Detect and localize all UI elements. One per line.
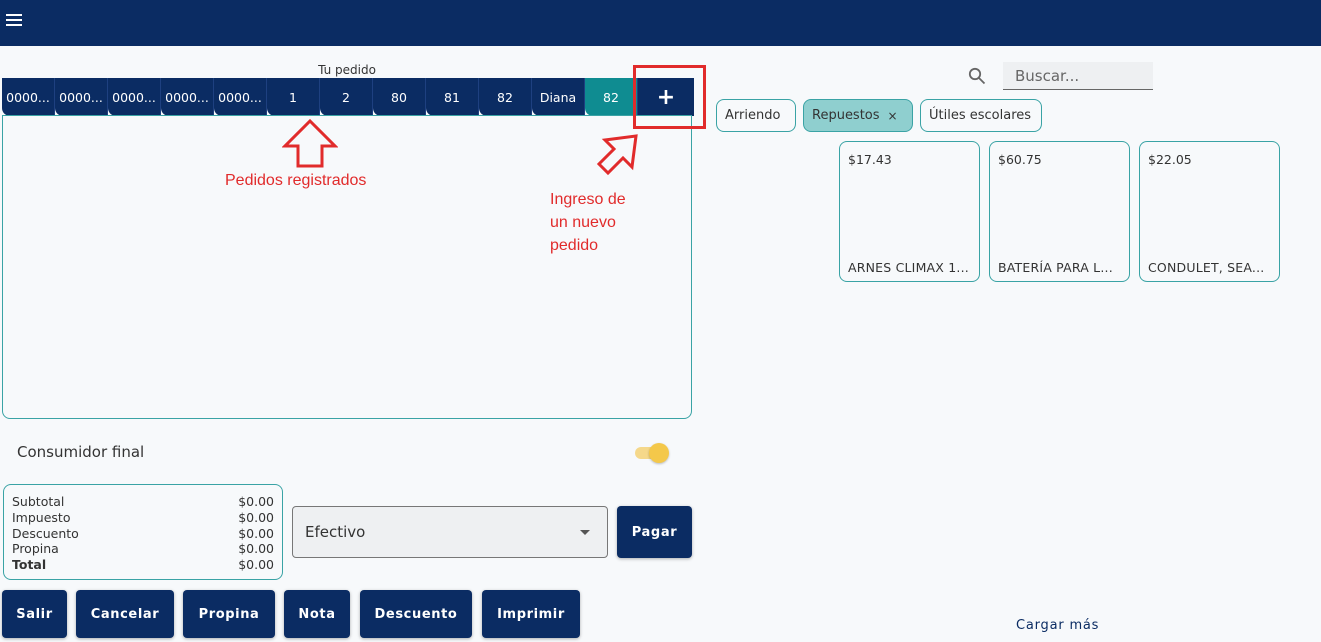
product-card[interactable]: $22.05 CONDULET, SEA... bbox=[1139, 141, 1280, 282]
tip-row: Propina $0.00 bbox=[12, 541, 274, 557]
order-tab[interactable]: 1 bbox=[267, 78, 320, 116]
order-tab[interactable]: 80 bbox=[373, 78, 426, 116]
order-title: Tu pedido bbox=[318, 63, 376, 77]
annotation-new-order: Ingreso de un nuevo pedido bbox=[550, 188, 626, 257]
toggle-thumb bbox=[649, 443, 669, 463]
arrow-diagonal-icon bbox=[596, 134, 638, 176]
tax-label: Impuesto bbox=[12, 509, 71, 525]
subtotal-row: Subtotal $0.00 bbox=[12, 494, 274, 510]
annotation-registered-orders: Pedidos registrados bbox=[225, 172, 367, 189]
app-header bbox=[0, 0, 1321, 46]
discount-value: $0.00 bbox=[238, 525, 274, 541]
chip-label: Útiles escolares bbox=[929, 108, 1032, 123]
order-tab[interactable]: 0000... bbox=[214, 78, 267, 116]
note-button[interactable]: Nota bbox=[284, 590, 350, 638]
tax-value: $0.00 bbox=[238, 509, 274, 525]
close-icon[interactable]: × bbox=[888, 109, 898, 123]
category-chip-arriendo[interactable]: Arriendo bbox=[716, 99, 796, 132]
order-tab[interactable]: 82 bbox=[479, 78, 532, 116]
tip-value: $0.00 bbox=[238, 541, 274, 557]
category-chip-utiles-escolares[interactable]: Útiles escolares bbox=[920, 99, 1042, 132]
customer-toggle[interactable] bbox=[633, 443, 669, 463]
exit-button[interactable]: Salir bbox=[2, 590, 67, 638]
chip-label: Repuestos bbox=[812, 108, 880, 123]
customer-label: Consumidor final bbox=[17, 443, 145, 461]
product-price: $17.43 bbox=[848, 152, 892, 167]
payment-method-value: Efectivo bbox=[305, 523, 366, 541]
product-price: $60.75 bbox=[998, 152, 1042, 167]
discount-row: Descuento $0.00 bbox=[12, 526, 274, 542]
subtotal-value: $0.00 bbox=[238, 494, 274, 509]
search-icon[interactable] bbox=[968, 67, 986, 85]
category-chip-repuestos[interactable]: Repuestos × bbox=[803, 99, 913, 132]
cancel-button[interactable]: Cancelar bbox=[76, 590, 174, 638]
order-tab[interactable]: Diana bbox=[532, 78, 585, 116]
print-button[interactable]: Imprimir bbox=[482, 590, 580, 638]
product-name: ARNES CLIMAX 1... bbox=[848, 260, 969, 275]
tip-label: Propina bbox=[12, 541, 59, 557]
subtotal-label: Subtotal bbox=[12, 494, 65, 509]
product-card[interactable]: $60.75 BATERÍA PARA L... bbox=[989, 141, 1130, 282]
totals-card: Subtotal $0.00 Impuesto $0.00 Descuento … bbox=[3, 484, 283, 580]
pay-button[interactable]: Pagar bbox=[617, 506, 692, 558]
annotation-highlight-box bbox=[633, 65, 706, 129]
order-tab[interactable]: 0000... bbox=[161, 78, 214, 116]
annotation-line: un nuevo bbox=[550, 214, 616, 231]
arrow-up-icon bbox=[282, 119, 338, 168]
order-tab-active[interactable]: 82 bbox=[585, 78, 638, 116]
annotation-line: pedido bbox=[550, 237, 599, 254]
product-price: $22.05 bbox=[1148, 152, 1192, 167]
order-tabs: 0000... 0000... 0000... 0000... 0000... … bbox=[2, 78, 694, 116]
order-tab[interactable]: 81 bbox=[426, 78, 479, 116]
total-value: $0.00 bbox=[238, 557, 274, 573]
order-tab[interactable]: 0000... bbox=[2, 78, 55, 116]
search-input[interactable]: Buscar... bbox=[1003, 62, 1153, 90]
product-name: CONDULET, SEA... bbox=[1148, 260, 1265, 275]
tax-row: Impuesto $0.00 bbox=[12, 510, 274, 526]
annotation-line: Ingreso de bbox=[550, 191, 626, 208]
tip-button[interactable]: Propina bbox=[183, 590, 275, 638]
payment-method-select[interactable]: Efectivo bbox=[292, 506, 608, 558]
product-card[interactable]: $17.43 ARNES CLIMAX 1... bbox=[839, 141, 980, 282]
hamburger-icon[interactable] bbox=[6, 14, 22, 28]
chip-label: Arriendo bbox=[725, 108, 781, 123]
discount-label: Descuento bbox=[12, 525, 79, 541]
total-label: Total bbox=[12, 557, 47, 573]
order-tab[interactable]: 0000... bbox=[55, 78, 108, 116]
discount-button[interactable]: Descuento bbox=[360, 590, 472, 638]
caret-down-icon bbox=[580, 530, 590, 535]
total-row: Total $0.00 bbox=[12, 557, 274, 573]
load-more-button[interactable]: Cargar más bbox=[1016, 618, 1099, 633]
product-name: BATERÍA PARA L... bbox=[998, 260, 1113, 275]
order-tab[interactable]: 0000... bbox=[108, 78, 161, 116]
order-tab[interactable]: 2 bbox=[320, 78, 373, 116]
